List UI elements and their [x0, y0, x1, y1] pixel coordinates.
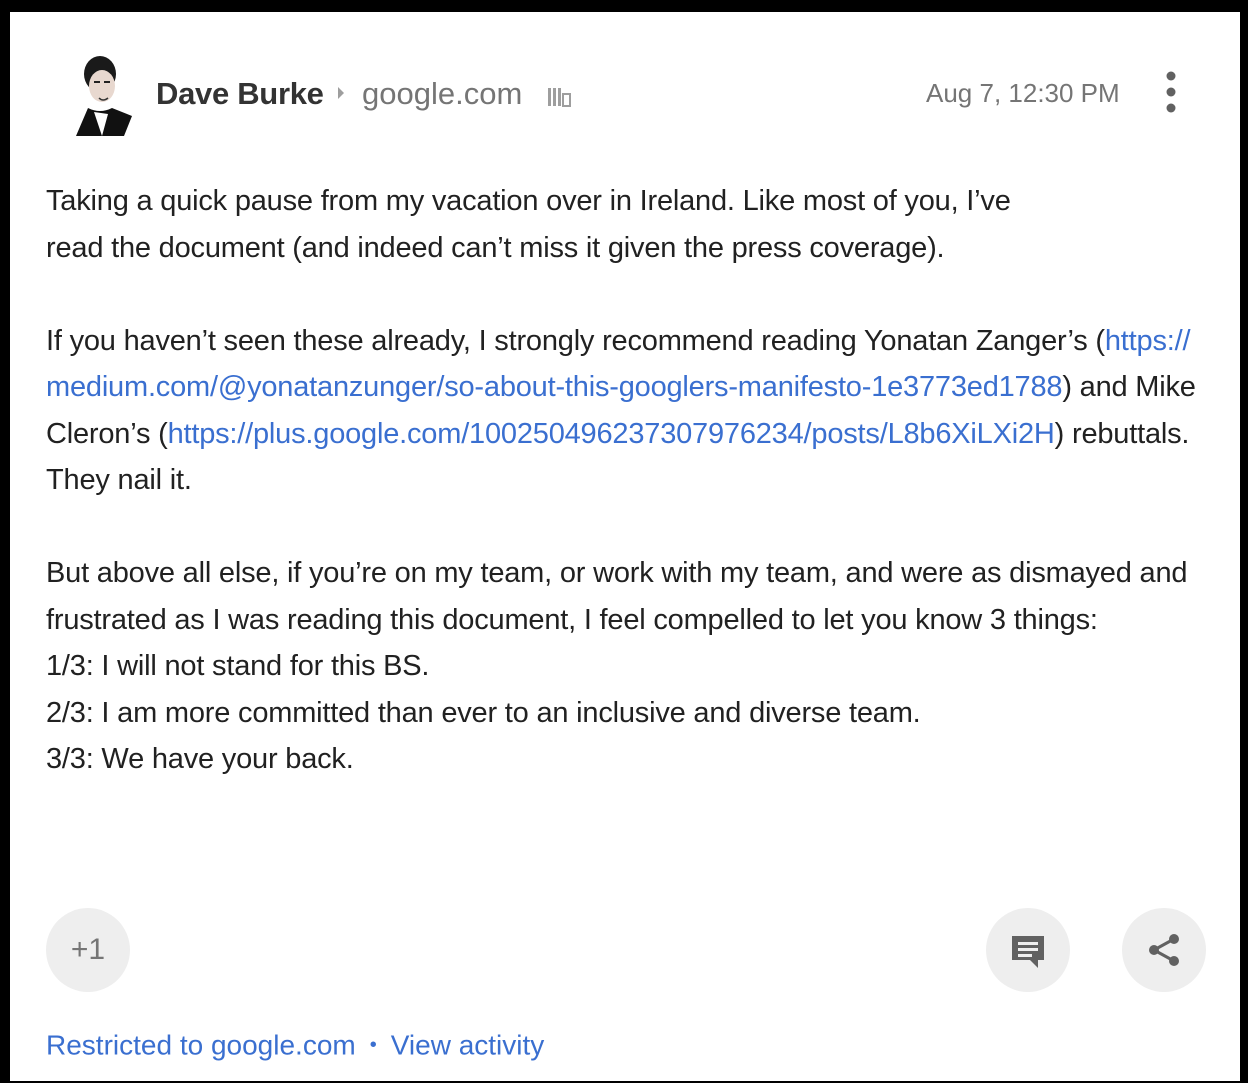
more-options-icon[interactable] [1156, 66, 1186, 120]
paragraph-3: But above all else, if you’re on my team… [46, 550, 1196, 783]
list-item-1: 1/3: I will not stand for this BS. [46, 650, 430, 682]
share-icon [1149, 934, 1179, 966]
post-timestamp[interactable]: Aug 7, 12:30 PM [926, 78, 1120, 109]
post-domain[interactable]: google.com [362, 76, 522, 112]
paragraph-3-intro: But above all else, if you’re on my team… [46, 557, 1188, 636]
paragraph-1: Taking a quick pause from my vacation ov… [46, 178, 1196, 271]
post-header: Dave Burke google.com Aug 7, 12:30 PM [46, 42, 1216, 142]
post-body: Taking a quick pause from my vacation ov… [46, 178, 1196, 783]
paragraph-2-text-1: If you haven’t seen these already, I str… [46, 324, 1105, 357]
footer-separator: • [369, 1034, 377, 1057]
post-card: Dave Burke google.com Aug 7, 12:30 PM Ta… [10, 12, 1240, 1081]
domain-icon [548, 88, 571, 107]
chevron-right-icon [338, 87, 344, 99]
list-item-2: 2/3: I am more committed than ever to an… [46, 696, 921, 729]
paragraph-1-line-1: Taking a quick pause from my vacation ov… [46, 185, 1011, 217]
list-item-3: 3/3: We have your back. [46, 743, 354, 775]
view-activity-link[interactable]: View activity [391, 1030, 545, 1061]
comment-button[interactable] [986, 908, 1070, 992]
avatar[interactable] [66, 52, 134, 136]
post-frame: Dave Burke google.com Aug 7, 12:30 PM Ta… [8, 10, 1242, 1083]
google-plus-link[interactable]: https://plus.google.com/1002504962373079… [168, 418, 1055, 450]
paragraph-2: If you haven’t seen these already, I str… [46, 318, 1196, 504]
plus-one-button[interactable]: +1 [46, 908, 130, 992]
paragraph-1-line-2: read the document (and indeed can’t miss… [46, 231, 945, 264]
restricted-link[interactable]: Restricted to google.com [46, 1030, 356, 1061]
comment-icon [1012, 936, 1044, 968]
post-footer: Restricted to google.com • View activity [46, 1028, 544, 1062]
author-name[interactable]: Dave Burke [156, 76, 324, 112]
share-button[interactable] [1122, 908, 1206, 992]
